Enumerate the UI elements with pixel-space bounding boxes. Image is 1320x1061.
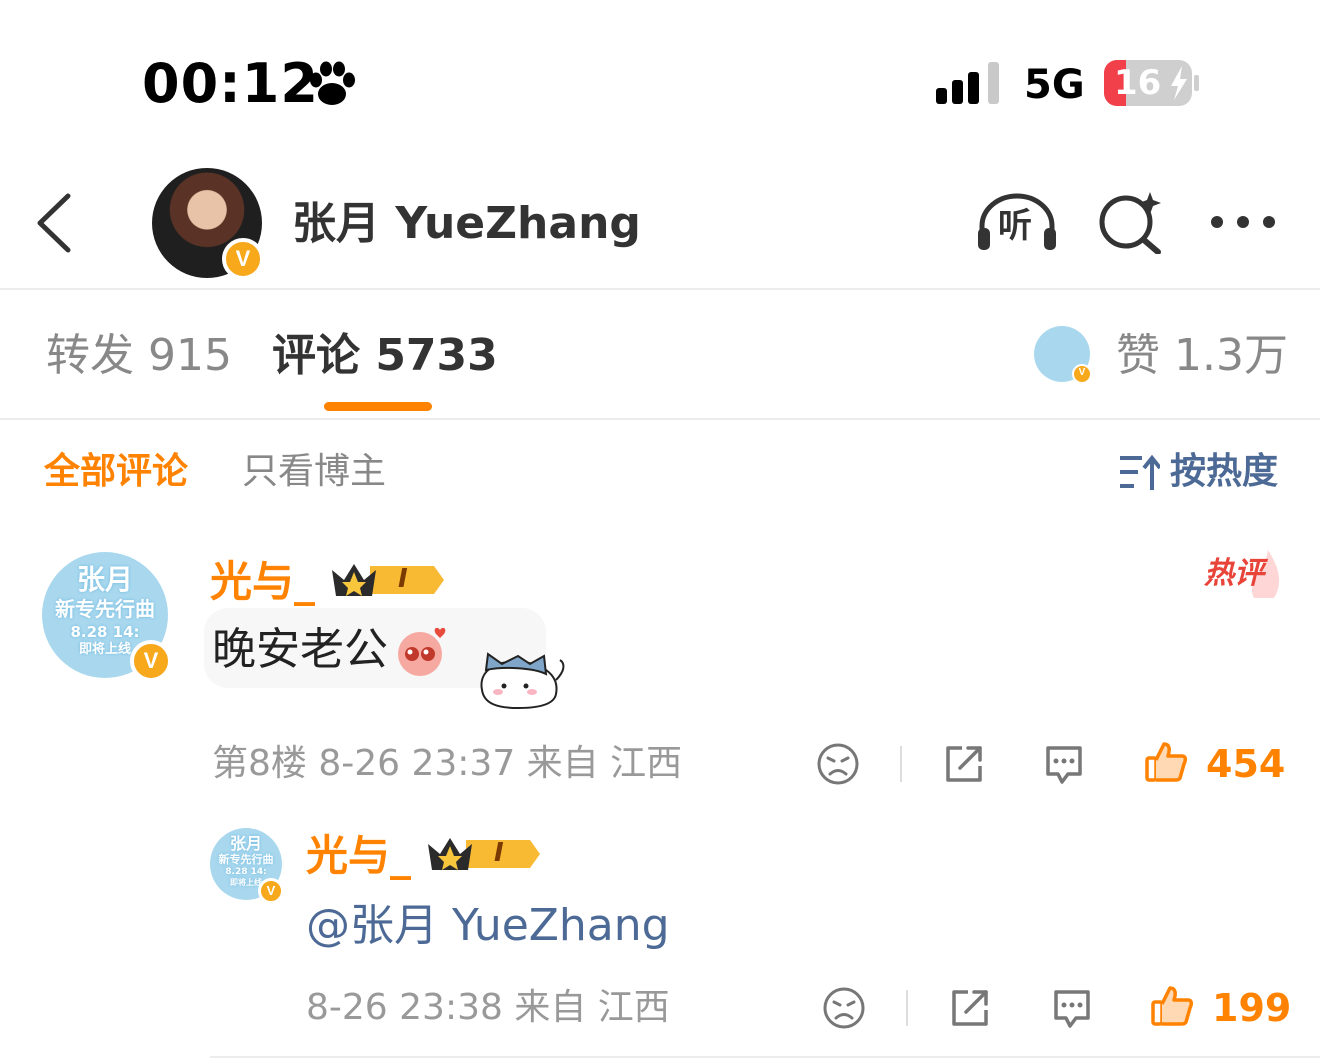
emoji-sticker-icon [398, 627, 446, 676]
like-thumb-icon[interactable] [1150, 984, 1194, 1028]
bottom-divider [210, 1056, 1320, 1058]
action-divider [900, 746, 902, 782]
reply-icon[interactable] [1050, 986, 1094, 1030]
reply-meta: 8-26 23:38 来自 江西 [306, 987, 670, 1028]
network-type: 5G [1024, 62, 1085, 108]
battery-icon: 16 [1104, 60, 1200, 106]
status-time: 00:12 [142, 52, 319, 115]
comment-text: 晚安老公 [212, 624, 388, 675]
member-badge: I [426, 834, 542, 874]
signal-icon [936, 62, 999, 104]
sort-icon[interactable] [1118, 452, 1160, 492]
dislike-icon[interactable] [822, 986, 866, 1030]
like-thumb-icon[interactable] [1144, 740, 1188, 784]
paw-icon [310, 61, 355, 105]
dislike-icon[interactable] [816, 742, 860, 786]
listen-button[interactable]: 听 [976, 190, 1058, 254]
commenter-name[interactable]: 光与_ [210, 556, 315, 608]
more-icon[interactable] [1208, 212, 1278, 232]
tab-repost[interactable]: 转发 915 [46, 328, 232, 384]
hot-comment-badge: 热评 [1202, 548, 1282, 600]
tab-comment[interactable]: 评论 5733 [272, 328, 498, 384]
avatar-text-line3: 8.28 14: [70, 623, 140, 641]
sort-hot-button[interactable]: 按热度 [1170, 450, 1278, 494]
page-title: 张月 YueZhang [292, 198, 641, 249]
member-badge: I [330, 560, 446, 600]
battery-level: 16 [1114, 63, 1162, 103]
tab-like[interactable]: 赞 1.3万 [1116, 328, 1288, 384]
crown-icon [332, 564, 444, 596]
avatar-text-line1: 张月 [76, 563, 133, 596]
reply-mention[interactable]: @张月 YueZhang [306, 898, 670, 954]
verified-badge-icon: V [130, 640, 172, 682]
hot-label: 热评 [1204, 556, 1264, 591]
filter-host-only[interactable]: 只看博主 [242, 450, 386, 494]
member-level: I [398, 564, 408, 594]
share-icon[interactable] [942, 742, 986, 786]
avatar-text-line3: 8.28 14: [225, 867, 267, 877]
verified-badge-icon: V [258, 878, 284, 904]
cat-sticker-icon [480, 652, 565, 710]
active-tab-indicator [324, 402, 432, 411]
listen-label: 听 [998, 206, 1032, 246]
crown-icon [428, 838, 540, 870]
verified-badge-icon: V [1072, 364, 1092, 384]
action-divider [906, 990, 908, 1026]
back-icon[interactable] [34, 192, 74, 254]
comment-meta: 第8楼 8-26 23:37 来自 江西 [212, 743, 683, 784]
header-divider [0, 288, 1320, 290]
filter-all-comments[interactable]: 全部评论 [44, 450, 188, 494]
avatar-text-line2: 新专先行曲 [55, 597, 155, 621]
share-icon[interactable] [948, 986, 992, 1030]
avatar-text-line2: 新专先行曲 [218, 853, 274, 866]
search-icon[interactable] [1098, 190, 1164, 254]
avatar-text-line1: 张月 [229, 834, 262, 853]
member-level: I [494, 838, 504, 868]
reply-user-name[interactable]: 光与_ [306, 830, 411, 882]
like-count: 454 [1206, 742, 1286, 786]
tabs-divider [0, 418, 1320, 420]
verified-badge-icon: V [222, 238, 264, 280]
reply-icon[interactable] [1042, 742, 1086, 786]
reply-like-count: 199 [1212, 986, 1292, 1030]
